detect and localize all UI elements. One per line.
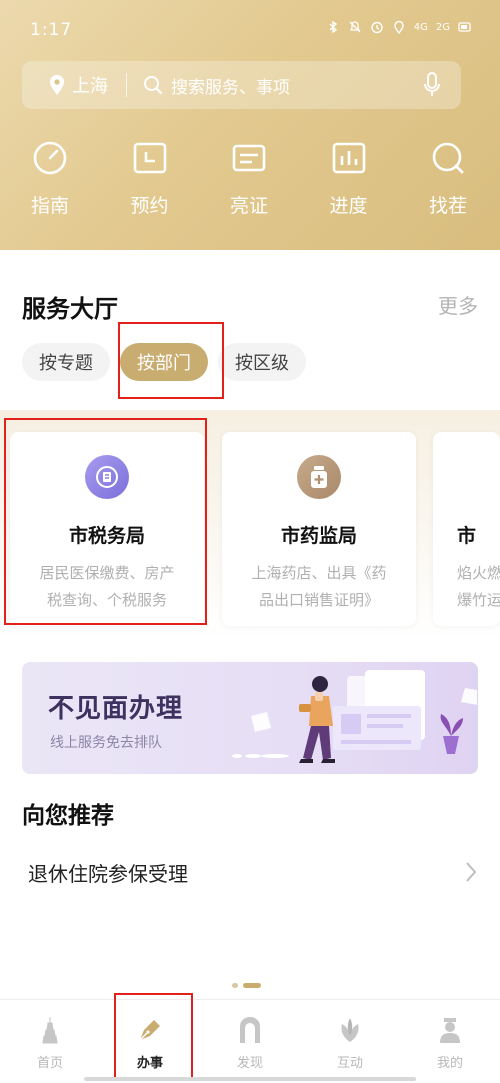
search-bar[interactable]: 上海 搜索服务、事项	[22, 61, 461, 109]
department-desc: 上海药店、出具《药 品出口销售证明》	[251, 564, 387, 609]
page-indicator	[232, 983, 261, 988]
bluetooth-icon	[329, 20, 337, 34]
tab-by-district[interactable]: 按区级	[218, 343, 306, 381]
calendar-icon	[133, 142, 166, 174]
quick-action-label: 找茬	[428, 195, 467, 217]
location-status-icon	[394, 20, 404, 34]
tab-interact[interactable]: 互动	[300, 1000, 400, 1083]
highlight-box-services-tab	[114, 993, 193, 1080]
id-card-icon	[232, 144, 266, 172]
magnifier-icon	[432, 142, 464, 174]
department-card-drug-admin[interactable]: 市药监局 上海药店、出具《药 品出口销售证明》	[222, 432, 416, 626]
recommend-item-label: 退休住院参保受理	[28, 861, 188, 886]
mute-bell-icon	[349, 21, 361, 33]
tab-home[interactable]: 首页	[0, 1000, 100, 1083]
department-name: 市	[457, 525, 477, 547]
more-link[interactable]: 更多	[438, 290, 478, 319]
location-pin-icon	[50, 75, 64, 95]
quick-action-show-license[interactable]: 亮证	[209, 140, 289, 218]
tab-label: 首页	[36, 1056, 63, 1071]
highlight-box-department-tab	[118, 322, 224, 399]
banner-subtitle: 线上服务免去排队	[50, 735, 162, 751]
signal-4g-label: 4G	[413, 21, 428, 33]
alarm-icon	[371, 21, 383, 34]
recommend-title: 向您推荐	[22, 803, 114, 829]
quick-action-label: 指南	[30, 195, 69, 217]
tab-label: 互动	[336, 1056, 363, 1071]
department-card-partial[interactable]: 市 焰火燃 爆竹运	[433, 432, 500, 626]
offline-service-banner[interactable]: 不见面办理 线上服务免去排队	[22, 662, 478, 774]
status-bar: 1:17 4G 2G	[0, 0, 500, 60]
fire-icon	[457, 455, 500, 499]
gauge-icon	[33, 141, 67, 175]
search-input[interactable]: 搜索服务、事项	[143, 73, 423, 98]
quick-actions: 指南 预约 亮证 进度 找茬	[0, 140, 500, 218]
chevron-right-icon	[466, 862, 477, 882]
tab-discover[interactable]: 发现	[200, 1000, 300, 1083]
quick-action-progress[interactable]: 进度	[309, 140, 389, 218]
status-icons: 4G 2G	[326, 20, 472, 34]
banner-title: 不见面办理	[48, 694, 184, 724]
quick-action-appointment[interactable]: 预约	[110, 140, 190, 218]
highlight-box-tax-card	[4, 418, 207, 625]
microphone-icon[interactable]	[423, 72, 441, 98]
search-icon	[144, 76, 163, 95]
tab-by-topic[interactable]: 按专题	[22, 343, 110, 381]
location-label: 上海	[72, 76, 108, 97]
quick-action-guide[interactable]: 指南	[10, 140, 90, 218]
service-hall-title: 服务大厅	[22, 295, 118, 323]
tab-mine[interactable]: 我的	[400, 1000, 500, 1083]
home-indicator	[84, 1077, 416, 1081]
department-name: 市药监局	[280, 525, 357, 547]
quick-action-find-issue[interactable]: 找茬	[408, 140, 488, 218]
battery-icon	[458, 22, 471, 32]
bottom-tab-bar: 首页 办事 发现 互动 我的	[0, 999, 500, 1083]
quick-action-label: 进度	[329, 195, 368, 217]
tab-label: 发现	[236, 1056, 263, 1071]
person-icon	[440, 1018, 460, 1043]
bar-chart-icon	[332, 142, 365, 174]
status-time: 1:17	[30, 20, 73, 40]
medicine-bottle-icon	[297, 455, 341, 499]
quick-action-label: 亮证	[229, 195, 268, 217]
quick-action-label: 预约	[130, 195, 169, 217]
pagoda-icon	[42, 1017, 58, 1044]
search-divider	[126, 73, 127, 97]
department-desc: 焰火燃 爆竹运	[457, 564, 500, 609]
search-placeholder: 搜索服务、事项	[171, 77, 290, 98]
tab-label: 我的	[436, 1056, 463, 1071]
magnolia-icon	[341, 1018, 359, 1042]
page-dot-active	[243, 983, 261, 988]
banner-illustration	[232, 670, 477, 763]
recommend-item[interactable]: 退休住院参保受理	[22, 845, 478, 899]
signal-2g-label: 2G	[435, 21, 450, 33]
arch-icon	[240, 1017, 260, 1043]
page-dot	[232, 983, 238, 988]
location-selector[interactable]: 上海	[22, 72, 108, 98]
